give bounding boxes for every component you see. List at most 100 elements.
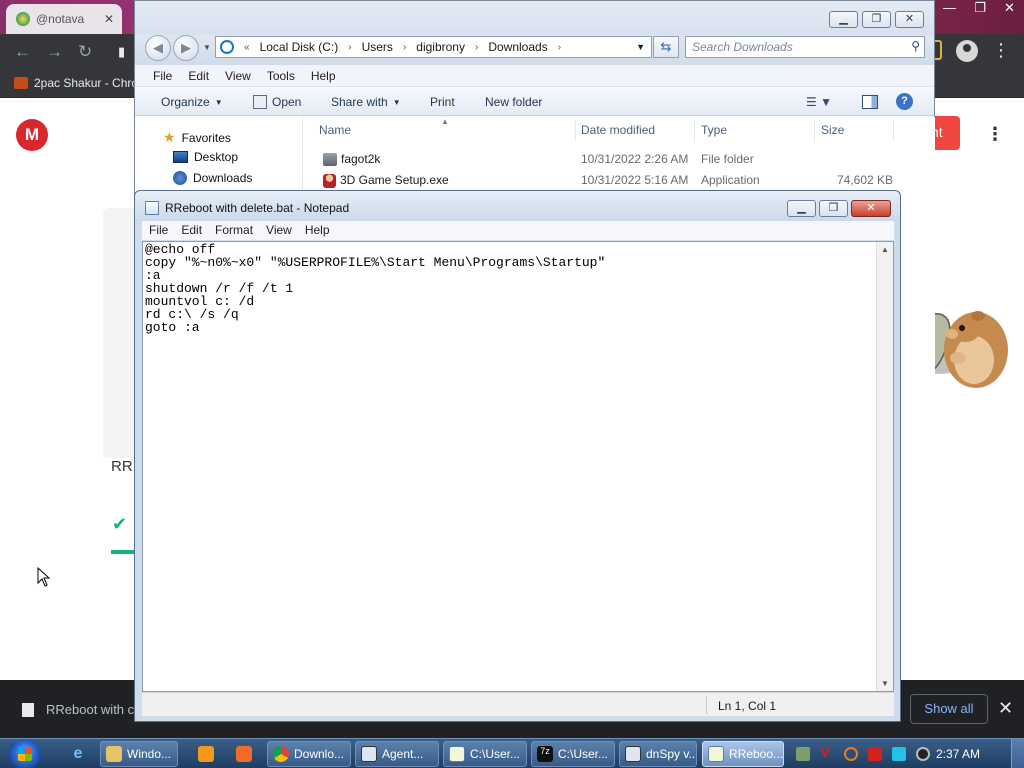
search-tray-icon[interactable]: [844, 747, 858, 761]
address-bar[interactable]: « Local Disk (C:) › Users › digibrony › …: [215, 36, 652, 58]
mega-logo[interactable]: M: [16, 119, 48, 151]
nav-favorites[interactable]: ★ Favorites: [163, 129, 231, 146]
menu-file[interactable]: File: [142, 221, 174, 240]
notepad-content[interactable]: @echo off copy "%~n0%~x0" "%USERPROFILE%…: [145, 243, 605, 334]
help-icon[interactable]: ?: [896, 93, 913, 110]
column-date-modified[interactable]: Date modified: [581, 123, 655, 137]
chrome-close-icon[interactable]: ✕: [1004, 0, 1015, 22]
back-arrow-icon[interactable]: ←: [14, 42, 31, 62]
notepad-minimize-button[interactable]: ▁: [787, 200, 816, 217]
explorer-back-button[interactable]: ◀: [145, 35, 171, 61]
dnspy-icon: [625, 746, 641, 762]
nav-downloads[interactable]: Downloads: [173, 171, 252, 185]
menu-format[interactable]: Format: [208, 221, 259, 240]
search-icon[interactable]: ⚲: [911, 39, 920, 53]
print-button[interactable]: Print: [430, 95, 455, 109]
taskbar-label: Windo...: [127, 747, 172, 761]
share-with-button[interactable]: Share with ▼: [331, 95, 401, 109]
preview-pane-icon[interactable]: [862, 95, 878, 109]
menu-tools[interactable]: Tools: [259, 65, 303, 86]
file-row[interactable]: 3D Game Setup.exe 10/31/2022 5:16 AM App…: [303, 170, 935, 190]
internet-explorer-icon[interactable]: e: [66, 742, 90, 766]
notepad-titlebar[interactable]: RReboot with delete.bat - Notepad ▁ ❐ ✕: [135, 191, 900, 221]
notepad-maximize-button[interactable]: ❐: [819, 200, 848, 217]
download-item[interactable]: RReboot with c: [22, 702, 134, 717]
column-divider[interactable]: [814, 119, 815, 141]
breadcrumb-local-disk[interactable]: Local Disk (C:): [260, 40, 339, 54]
profile-avatar-icon[interactable]: [956, 40, 978, 62]
refresh-button[interactable]: ⇆: [653, 36, 679, 58]
bookmark-item[interactable]: 2pac Shakur - Chro: [14, 76, 138, 90]
menu-edit[interactable]: Edit: [180, 65, 217, 86]
7zip-icon: 7z: [537, 746, 553, 762]
tray-app-icon[interactable]: [796, 747, 810, 761]
scroll-up-icon[interactable]: ▲: [881, 245, 889, 254]
taskbar-notepad-1[interactable]: C:\User...: [443, 741, 527, 767]
flag-tray-icon[interactable]: [868, 747, 882, 761]
chrome-menu-icon[interactable]: ⋮: [992, 40, 1010, 62]
start-button[interactable]: [8, 739, 42, 768]
menu-view[interactable]: View: [217, 65, 259, 86]
chrome-restore-icon[interactable]: ❐: [974, 0, 986, 22]
menu-view[interactable]: View: [259, 221, 298, 240]
vertical-scrollbar[interactable]: ▲ ▼: [876, 242, 893, 691]
organize-button[interactable]: Organize ▼: [161, 95, 223, 109]
explorer-minimize-button[interactable]: ▁: [829, 11, 858, 28]
file-row[interactable]: fagot2k 10/31/2022 2:26 AM File folder: [303, 149, 935, 169]
volume-tray-icon[interactable]: [916, 747, 930, 761]
menu-edit[interactable]: Edit: [174, 221, 208, 240]
forward-arrow-icon[interactable]: →: [46, 42, 63, 62]
taskbar-7zip[interactable]: 7z C:\User...: [531, 741, 615, 767]
show-desktop-button[interactable]: [1011, 739, 1024, 768]
scroll-down-icon[interactable]: ▼: [881, 679, 889, 688]
menu-help[interactable]: Help: [298, 221, 336, 240]
overflow-chevron-icon[interactable]: «: [244, 42, 250, 53]
column-type[interactable]: Type: [701, 123, 727, 137]
breadcrumb-separator-icon[interactable]: ›: [348, 42, 351, 53]
reload-icon[interactable]: ↻: [78, 42, 92, 62]
nav-desktop[interactable]: Desktop: [173, 150, 238, 164]
breadcrumb-separator-icon[interactable]: ›: [475, 42, 478, 53]
explorer-forward-button[interactable]: ▶: [173, 35, 199, 61]
network-tray-icon[interactable]: [892, 747, 906, 761]
recent-pages-icon[interactable]: ▼: [203, 43, 211, 52]
media-player-icon[interactable]: [194, 742, 218, 766]
column-divider[interactable]: [575, 119, 576, 141]
column-name[interactable]: Name: [319, 123, 351, 137]
explorer-titlebar[interactable]: ▁ ❐ ✕: [135, 1, 934, 35]
taskbar-clock[interactable]: 2:37 AM: [936, 747, 980, 761]
view-options-icon[interactable]: ☰ ▼: [806, 95, 832, 109]
breadcrumb-downloads[interactable]: Downloads: [488, 40, 547, 54]
breadcrumb-user[interactable]: digibrony: [416, 40, 465, 54]
notepad-close-button[interactable]: ✕: [851, 200, 891, 217]
new-folder-button[interactable]: New folder: [485, 95, 542, 109]
tab-close-icon[interactable]: ✕: [104, 12, 114, 26]
breadcrumb-users[interactable]: Users: [362, 40, 393, 54]
explorer-close-button[interactable]: ✕: [895, 11, 924, 28]
taskbar-notepad-active[interactable]: RReboo...: [702, 741, 784, 767]
menu-help[interactable]: Help: [303, 65, 344, 86]
notepad-text-area[interactable]: @echo off copy "%~n0%~x0" "%USERPROFILE%…: [142, 241, 894, 692]
address-dropdown-icon[interactable]: ▼: [636, 42, 645, 52]
column-divider[interactable]: [893, 119, 894, 141]
column-divider[interactable]: [694, 119, 695, 141]
location-icon: [220, 40, 234, 54]
taskbar-windows-explorer[interactable]: Windo...: [100, 741, 178, 767]
menu-file[interactable]: File: [145, 65, 180, 86]
search-input[interactable]: Search Downloads ⚲: [685, 36, 925, 58]
paint-icon[interactable]: [232, 742, 256, 766]
chrome-tab[interactable]: @notava ✕: [6, 4, 122, 34]
taskbar-chrome-downloads[interactable]: Downlo...: [267, 741, 351, 767]
taskbar-dnspy[interactable]: dnSpy v...: [619, 741, 697, 767]
breadcrumb-separator-icon[interactable]: ›: [558, 42, 561, 53]
column-size[interactable]: Size: [821, 123, 844, 137]
taskbar-agent[interactable]: Agent...: [355, 741, 439, 767]
mega-more-icon[interactable]: ⋮: [986, 124, 1004, 145]
open-button[interactable]: Open: [253, 95, 301, 109]
explorer-maximize-button[interactable]: ❐: [862, 11, 891, 28]
antivirus-icon[interactable]: V: [820, 744, 834, 761]
download-bar-close-icon[interactable]: ✕: [998, 698, 1013, 719]
show-all-button[interactable]: Show all: [910, 694, 988, 724]
breadcrumb-separator-icon[interactable]: ›: [403, 42, 406, 53]
chrome-minimize-icon[interactable]: —: [943, 0, 956, 22]
